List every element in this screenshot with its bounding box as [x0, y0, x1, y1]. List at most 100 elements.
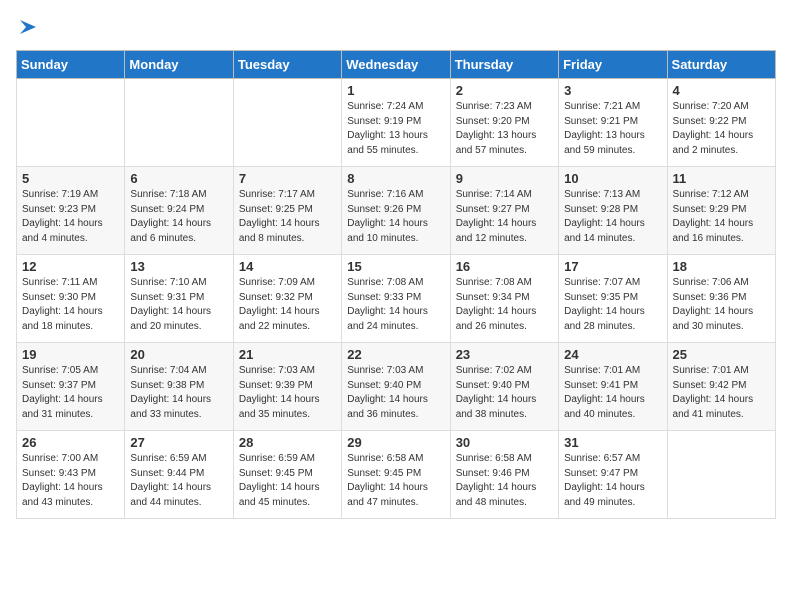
day-number: 14 [239, 259, 336, 274]
day-info: Sunrise: 6:59 AMSunset: 9:45 PMDaylight:… [239, 452, 336, 510]
day-number: 17 [564, 259, 661, 274]
calendar-header-row: SundayMondayTuesdayWednesdayThursdayFrid… [17, 51, 776, 79]
day-number: 22 [347, 347, 444, 362]
day-cell: 6 Sunrise: 7:18 AMSunset: 9:24 PMDaylight… [125, 167, 233, 255]
day-info: Sunrise: 7:08 AMSunset: 9:34 PMDaylight:… [456, 276, 553, 334]
day-cell: 4 Sunrise: 7:20 AMSunset: 9:22 PMDaylight… [667, 79, 775, 167]
day-info: Sunrise: 6:59 AMSunset: 9:44 PMDaylight:… [130, 452, 227, 510]
day-info: Sunrise: 7:08 AMSunset: 9:33 PMDaylight:… [347, 276, 444, 334]
day-number: 16 [456, 259, 553, 274]
day-cell [667, 431, 775, 519]
day-number: 5 [22, 171, 119, 186]
day-cell: 19 Sunrise: 7:05 AMSunset: 9:37 PMDayligh… [17, 343, 125, 431]
day-cell: 23 Sunrise: 7:02 AMSunset: 9:40 PMDayligh… [450, 343, 558, 431]
day-number: 19 [22, 347, 119, 362]
day-info: Sunrise: 7:02 AMSunset: 9:40 PMDaylight:… [456, 364, 553, 422]
day-info: Sunrise: 7:21 AMSunset: 9:21 PMDaylight:… [564, 100, 661, 158]
week-row-4: 19 Sunrise: 7:05 AMSunset: 9:37 PMDayligh… [17, 343, 776, 431]
day-number: 4 [673, 83, 770, 98]
logo [16, 16, 40, 38]
day-number: 12 [22, 259, 119, 274]
day-number: 26 [22, 435, 119, 450]
day-info: Sunrise: 7:11 AMSunset: 9:30 PMDaylight:… [22, 276, 119, 334]
day-number: 6 [130, 171, 227, 186]
day-number: 13 [130, 259, 227, 274]
day-info: Sunrise: 6:58 AMSunset: 9:46 PMDaylight:… [456, 452, 553, 510]
day-number: 27 [130, 435, 227, 450]
day-cell: 24 Sunrise: 7:01 AMSunset: 9:41 PMDayligh… [559, 343, 667, 431]
day-cell: 28 Sunrise: 6:59 AMSunset: 9:45 PMDayligh… [233, 431, 341, 519]
day-number: 11 [673, 171, 770, 186]
day-info: Sunrise: 7:06 AMSunset: 9:36 PMDaylight:… [673, 276, 770, 334]
weekday-header-monday: Monday [125, 51, 233, 79]
day-info: Sunrise: 7:13 AMSunset: 9:28 PMDaylight:… [564, 188, 661, 246]
weekday-header-sunday: Sunday [17, 51, 125, 79]
day-number: 30 [456, 435, 553, 450]
day-info: Sunrise: 6:57 AMSunset: 9:47 PMDaylight:… [564, 452, 661, 510]
day-info: Sunrise: 7:18 AMSunset: 9:24 PMDaylight:… [130, 188, 227, 246]
day-cell: 14 Sunrise: 7:09 AMSunset: 9:32 PMDayligh… [233, 255, 341, 343]
day-cell: 31Sunrise: 6:57 AMSunset: 9:47 PMDayligh… [559, 431, 667, 519]
weekday-header-friday: Friday [559, 51, 667, 79]
day-cell [233, 79, 341, 167]
day-cell: 18 Sunrise: 7:06 AMSunset: 9:36 PMDayligh… [667, 255, 775, 343]
day-cell: 16 Sunrise: 7:08 AMSunset: 9:34 PMDayligh… [450, 255, 558, 343]
day-cell: 7 Sunrise: 7:17 AMSunset: 9:25 PMDaylight… [233, 167, 341, 255]
day-cell: 3Sunrise: 7:21 AMSunset: 9:21 PMDaylight… [559, 79, 667, 167]
day-cell: 22 Sunrise: 7:03 AMSunset: 9:40 PMDayligh… [342, 343, 450, 431]
day-info: Sunrise: 7:23 AMSunset: 9:20 PMDaylight:… [456, 100, 553, 158]
calendar-table: SundayMondayTuesdayWednesdayThursdayFrid… [16, 50, 776, 519]
day-info: Sunrise: 7:07 AMSunset: 9:35 PMDaylight:… [564, 276, 661, 334]
day-info: Sunrise: 7:14 AMSunset: 9:27 PMDaylight:… [456, 188, 553, 246]
day-info: Sunrise: 7:19 AMSunset: 9:23 PMDaylight:… [22, 188, 119, 246]
day-info: Sunrise: 6:58 AMSunset: 9:45 PMDaylight:… [347, 452, 444, 510]
week-row-5: 26 Sunrise: 7:00 AMSunset: 9:43 PMDayligh… [17, 431, 776, 519]
day-number: 21 [239, 347, 336, 362]
day-number: 23 [456, 347, 553, 362]
day-cell: 8Sunrise: 7:16 AMSunset: 9:26 PMDaylight… [342, 167, 450, 255]
week-row-1: 1 Sunrise: 7:24 AMSunset: 9:19 PMDaylight… [17, 79, 776, 167]
day-info: Sunrise: 7:24 AMSunset: 9:19 PMDaylight:… [347, 100, 444, 158]
weekday-header-tuesday: Tuesday [233, 51, 341, 79]
day-info: Sunrise: 7:17 AMSunset: 9:25 PMDaylight:… [239, 188, 336, 246]
day-number: 24 [564, 347, 661, 362]
day-cell [17, 79, 125, 167]
day-info: Sunrise: 7:00 AMSunset: 9:43 PMDaylight:… [22, 452, 119, 510]
day-cell: 29 Sunrise: 6:58 AMSunset: 9:45 PMDayligh… [342, 431, 450, 519]
day-cell [125, 79, 233, 167]
day-number: 25 [673, 347, 770, 362]
day-cell: 26 Sunrise: 7:00 AMSunset: 9:43 PMDayligh… [17, 431, 125, 519]
day-cell: 10 Sunrise: 7:13 AMSunset: 9:28 PMDayligh… [559, 167, 667, 255]
day-cell: 17 Sunrise: 7:07 AMSunset: 9:35 PMDayligh… [559, 255, 667, 343]
day-info: Sunrise: 7:20 AMSunset: 9:22 PMDaylight:… [673, 100, 770, 158]
day-number: 1 [347, 83, 444, 98]
day-cell: 20Sunrise: 7:04 AMSunset: 9:38 PMDayligh… [125, 343, 233, 431]
day-info: Sunrise: 7:16 AMSunset: 9:26 PMDaylight:… [347, 188, 444, 246]
logo-arrow-icon [18, 16, 40, 38]
day-cell: 30 Sunrise: 6:58 AMSunset: 9:46 PMDayligh… [450, 431, 558, 519]
day-info: Sunrise: 7:12 AMSunset: 9:29 PMDaylight:… [673, 188, 770, 246]
day-number: 29 [347, 435, 444, 450]
day-cell: 21Sunrise: 7:03 AMSunset: 9:39 PMDayligh… [233, 343, 341, 431]
day-cell: 5 Sunrise: 7:19 AMSunset: 9:23 PMDaylight… [17, 167, 125, 255]
day-number: 18 [673, 259, 770, 274]
day-cell: 2 Sunrise: 7:23 AMSunset: 9:20 PMDaylight… [450, 79, 558, 167]
day-cell: 11 Sunrise: 7:12 AMSunset: 9:29 PMDayligh… [667, 167, 775, 255]
day-info: Sunrise: 7:01 AMSunset: 9:41 PMDaylight:… [564, 364, 661, 422]
week-row-2: 5 Sunrise: 7:19 AMSunset: 9:23 PMDaylight… [17, 167, 776, 255]
week-row-3: 12 Sunrise: 7:11 AMSunset: 9:30 PMDayligh… [17, 255, 776, 343]
day-cell: 1 Sunrise: 7:24 AMSunset: 9:19 PMDaylight… [342, 79, 450, 167]
day-info: Sunrise: 7:03 AMSunset: 9:40 PMDaylight:… [347, 364, 444, 422]
day-number: 28 [239, 435, 336, 450]
day-cell: 27 Sunrise: 6:59 AMSunset: 9:44 PMDayligh… [125, 431, 233, 519]
day-number: 9 [456, 171, 553, 186]
day-cell: 12 Sunrise: 7:11 AMSunset: 9:30 PMDayligh… [17, 255, 125, 343]
day-number: 7 [239, 171, 336, 186]
day-number: 2 [456, 83, 553, 98]
day-info: Sunrise: 7:09 AMSunset: 9:32 PMDaylight:… [239, 276, 336, 334]
day-cell: 13Sunrise: 7:10 AMSunset: 9:31 PMDayligh… [125, 255, 233, 343]
day-number: 10 [564, 171, 661, 186]
day-info: Sunrise: 7:05 AMSunset: 9:37 PMDaylight:… [22, 364, 119, 422]
day-cell: 9 Sunrise: 7:14 AMSunset: 9:27 PMDaylight… [450, 167, 558, 255]
day-cell: 25Sunrise: 7:01 AMSunset: 9:42 PMDayligh… [667, 343, 775, 431]
